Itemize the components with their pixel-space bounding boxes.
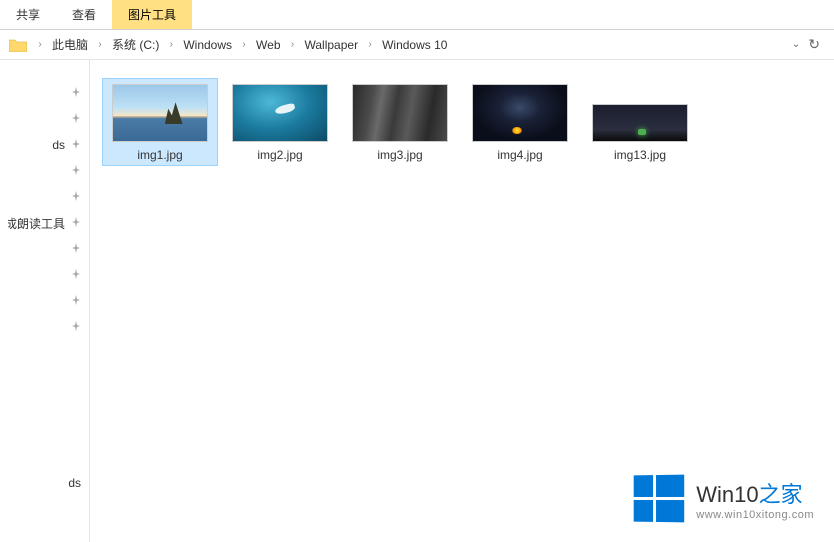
file-item[interactable]: img3.jpg (342, 78, 458, 166)
watermark-title-main: Win10 (696, 482, 758, 507)
pin-icon (71, 112, 81, 126)
file-label: img13.jpg (614, 148, 666, 162)
chevron-right-icon[interactable]: › (32, 30, 48, 59)
refresh-icon[interactable]: ↻ (804, 36, 824, 53)
sidebar-item[interactable] (0, 288, 89, 314)
watermark: Win10之家 www.win10xitong.com (633, 475, 814, 522)
pin-icon (71, 86, 81, 100)
sidebar-item[interactable] (0, 80, 89, 106)
sidebar-item[interactable] (0, 184, 89, 210)
sidebar-item[interactable] (0, 106, 89, 132)
sidebar-item[interactable]: ds (0, 470, 89, 496)
pin-icon (71, 164, 81, 178)
breadcrumb-item[interactable]: 系统 (C:) (108, 30, 163, 59)
file-item[interactable]: img1.jpg (102, 78, 218, 166)
file-thumbnail (112, 84, 208, 142)
ribbon-tab-picture-tools[interactable]: 图片工具 (112, 0, 192, 29)
sidebar-item[interactable] (0, 314, 89, 340)
sidebar-item[interactable] (0, 158, 89, 184)
chevron-right-icon[interactable]: › (285, 30, 301, 59)
file-thumbnail (592, 104, 688, 142)
breadcrumb-item[interactable]: Wallpaper (301, 30, 363, 59)
file-item[interactable]: img2.jpg (222, 78, 338, 166)
breadcrumb-item[interactable]: Windows (179, 30, 236, 59)
pin-icon (71, 294, 81, 308)
chevron-right-icon[interactable]: › (236, 30, 252, 59)
ribbon-tab-share[interactable]: 共享 (0, 0, 56, 29)
file-thumbnail (472, 84, 568, 142)
pin-icon (71, 216, 81, 230)
watermark-url: www.win10xitong.com (696, 509, 814, 521)
pin-icon (71, 268, 81, 282)
file-item[interactable]: img4.jpg (462, 78, 578, 166)
watermark-title-accent: 之家 (759, 482, 803, 507)
file-label: img2.jpg (257, 148, 302, 162)
breadcrumb-item[interactable]: 此电脑 (48, 30, 92, 59)
file-content-area[interactable]: img1.jpg img2.jpg img3.jpg img4.jpg img1… (90, 60, 834, 542)
ribbon-tabs: 共享 查看 图片工具 (0, 0, 834, 30)
sidebar-item-label: ds (68, 476, 81, 490)
file-thumbnail (352, 84, 448, 142)
windows-logo-icon (634, 475, 685, 523)
breadcrumb-item[interactable]: Web (252, 30, 284, 59)
chevron-down-icon[interactable]: ⌄ (788, 39, 804, 50)
pin-icon (71, 190, 81, 204)
sidebar-item[interactable] (0, 236, 89, 262)
breadcrumb-item[interactable]: Windows 10 (378, 30, 451, 59)
chevron-right-icon[interactable]: › (163, 30, 179, 59)
sidebar-item[interactable]: ds (0, 132, 89, 158)
breadcrumb-bar[interactable]: › 此电脑 › 系统 (C:) › Windows › Web › Wallpa… (0, 30, 834, 60)
chevron-right-icon[interactable]: › (92, 30, 108, 59)
sidebar-item-label: ds (52, 138, 65, 152)
sidebar: ds 合成朗读工具\ (0, 60, 90, 542)
file-thumbnail (232, 84, 328, 142)
sidebar-item-label: 合成朗读工具\ (8, 215, 65, 232)
file-label: img4.jpg (497, 148, 542, 162)
file-grid: img1.jpg img2.jpg img3.jpg img4.jpg img1… (102, 78, 822, 166)
watermark-title: Win10之家 (696, 477, 814, 509)
file-item[interactable]: img13.jpg (582, 78, 698, 166)
pin-icon (71, 138, 81, 152)
file-label: img1.jpg (137, 148, 182, 162)
pin-icon (71, 320, 81, 334)
chevron-right-icon[interactable]: › (362, 30, 378, 59)
sidebar-item[interactable] (0, 262, 89, 288)
main-area: ds 合成朗读工具\ (0, 60, 834, 542)
folder-icon (8, 35, 28, 55)
sidebar-item[interactable]: 合成朗读工具\ (0, 210, 89, 236)
breadcrumb-dropdown: ⌄ ↻ (788, 36, 830, 53)
file-label: img3.jpg (377, 148, 422, 162)
watermark-text: Win10之家 www.win10xitong.com (696, 477, 814, 521)
pin-icon (71, 242, 81, 256)
ribbon-tab-view[interactable]: 查看 (56, 0, 112, 29)
